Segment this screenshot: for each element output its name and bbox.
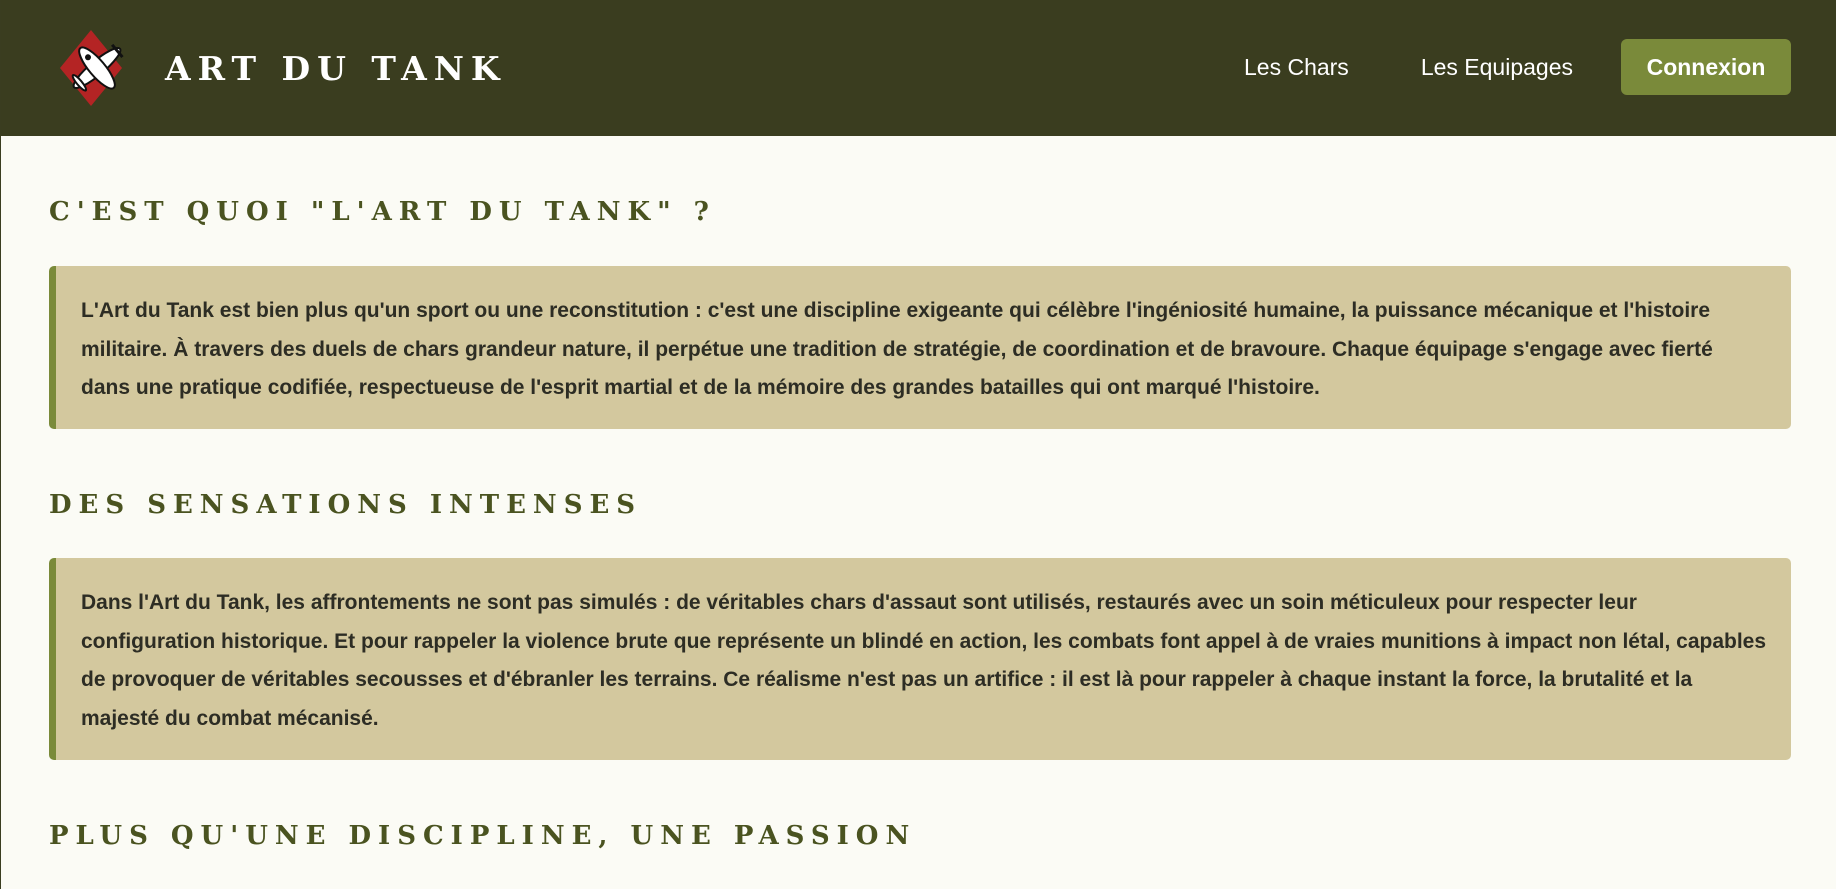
info-card-sensations: Dans l'Art du Tank, les affrontements ne…	[49, 558, 1791, 760]
site-header: ART DU TANK Les Chars Les Equipages Conn…	[1, 0, 1836, 136]
section-title-what-is: C'est quoi "L'Art du Tank" ?	[49, 197, 716, 227]
nav-link-les-equipages[interactable]: Les Equipages	[1421, 39, 1573, 95]
login-button[interactable]: Connexion	[1621, 39, 1791, 95]
section-title-passion: Plus qu'une discipline, une passion	[49, 821, 917, 851]
brand-title: ART DU TANK	[165, 48, 507, 88]
main-nav: Les Chars Les Equipages Connexion	[1244, 39, 1791, 95]
card-text-what-is: L'Art du Tank est bien plus qu'un sport …	[81, 299, 1713, 399]
info-card-what-is: L'Art du Tank est bien plus qu'un sport …	[49, 266, 1791, 429]
card-text-sensations: Dans l'Art du Tank, les affrontements ne…	[81, 591, 1767, 730]
section-title-sensations: Des sensations intenses	[49, 490, 643, 520]
nav-link-les-chars[interactable]: Les Chars	[1244, 39, 1349, 95]
brand[interactable]: ART DU TANK	[58, 28, 507, 108]
plane-diamond-logo-icon	[60, 30, 124, 106]
